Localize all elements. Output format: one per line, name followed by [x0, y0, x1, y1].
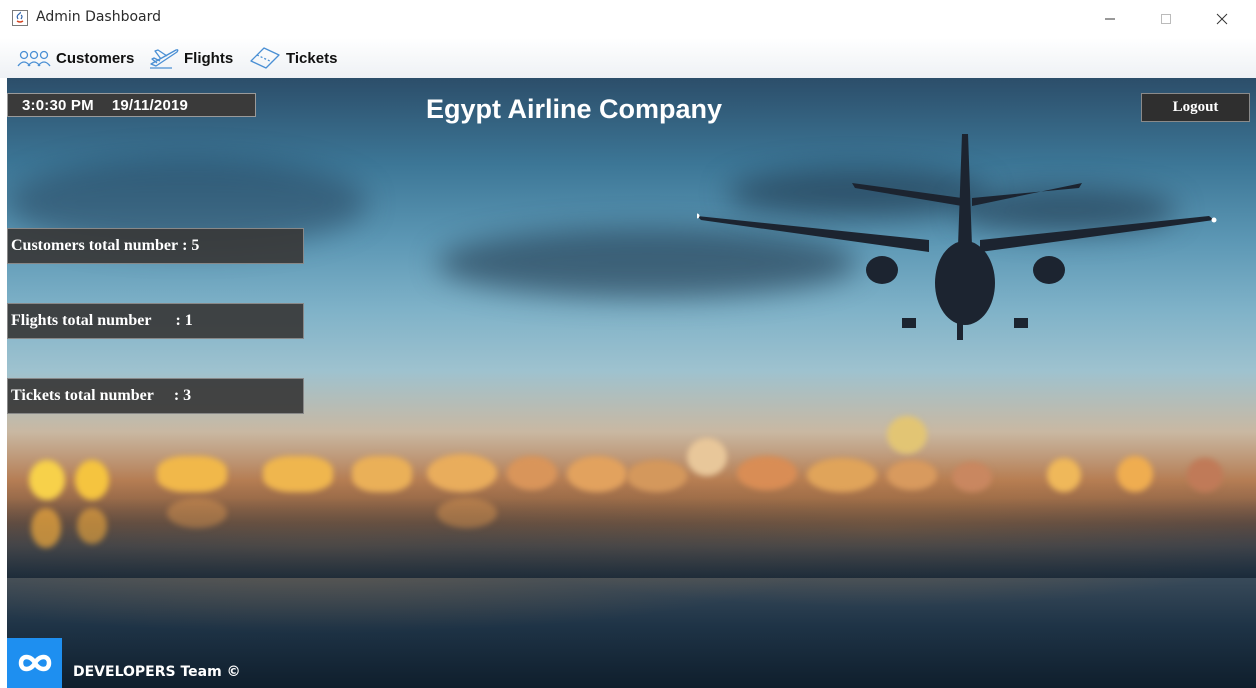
- time-text: 3:0:30 PM: [22, 96, 94, 114]
- tickets-total-panel: Tickets total number : 3: [7, 378, 304, 414]
- window-title: Admin Dashboard: [36, 9, 162, 25]
- tickets-total-value: 3: [183, 387, 192, 404]
- menu-bar: Customers Flights Tickets: [0, 38, 1256, 78]
- menu-customers[interactable]: Customers: [16, 44, 134, 72]
- stat-separator: :: [153, 387, 184, 404]
- customers-total-panel: Customers total number : 5: [7, 228, 304, 264]
- plane-icon: [150, 49, 179, 69]
- footer-credit: DEVELOPERS Team ©: [73, 664, 241, 680]
- dashboard-content: 3:0:30 PM 19/11/2019 Egypt Airline Compa…: [7, 78, 1256, 688]
- airplane-image: [697, 134, 1217, 340]
- datetime-display: 3:0:30 PM 19/11/2019: [7, 93, 256, 117]
- menu-flights[interactable]: Flights: [148, 44, 233, 72]
- infinity-logo-icon: [18, 654, 51, 672]
- maximize-icon: [1161, 14, 1171, 24]
- close-button[interactable]: [1199, 0, 1245, 38]
- stat-label: Flights total number: [11, 312, 152, 329]
- stat-separator: :: [178, 237, 192, 254]
- stat-label: Tickets total number: [11, 387, 154, 404]
- flights-total-value: 1: [184, 312, 193, 329]
- java-app-icon: [12, 10, 28, 26]
- logout-button[interactable]: Logout: [1141, 93, 1250, 122]
- customers-icon: [17, 50, 51, 67]
- menu-tickets[interactable]: Tickets: [248, 44, 337, 72]
- developers-logo: [7, 638, 62, 688]
- menu-customers-label: Customers: [56, 49, 135, 67]
- menu-flights-label: Flights: [184, 49, 234, 67]
- date-text: 19/11/2019: [111, 96, 189, 114]
- ticket-icon: [250, 47, 280, 69]
- minimize-button[interactable]: [1087, 0, 1133, 38]
- stat-separator: :: [151, 312, 185, 329]
- customers-total-value: 5: [191, 237, 200, 254]
- maximize-button[interactable]: [1143, 0, 1189, 38]
- company-title: Egypt Airline Company: [425, 94, 723, 124]
- flights-total-panel: Flights total number : 1: [7, 303, 304, 339]
- minimize-icon: [1105, 18, 1115, 20]
- close-icon: [1216, 13, 1228, 25]
- menu-tickets-label: Tickets: [286, 49, 338, 67]
- title-bar: Admin Dashboard: [0, 0, 1256, 38]
- stat-label: Customers total number: [11, 237, 179, 254]
